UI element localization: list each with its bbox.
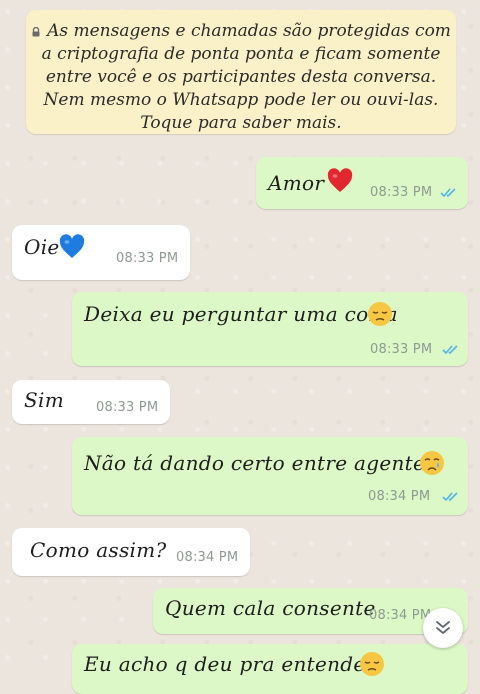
message-text: Deixa eu perguntar uma coisa	[84, 302, 398, 326]
message-time: 08:33 PM	[370, 185, 433, 200]
message-time: 08:34 PM	[368, 489, 431, 504]
message-bubble-incoming[interactable]: Oie 08:33 PM	[12, 225, 190, 280]
message-bubble-incoming[interactable]: Sim 08:33 PM	[12, 380, 170, 424]
encryption-notice-line: a criptografia de ponta ponta e ficam so…	[41, 44, 441, 64]
message-bubble-incoming[interactable]: Como assim? 08:34 PM	[12, 528, 250, 576]
message-text: Não tá dando certo entre agente?	[84, 451, 437, 475]
message-time: 08:34 PM	[369, 608, 432, 623]
message-text: Amor	[268, 171, 325, 195]
encryption-notice-line: Toque para saber mais.	[140, 113, 342, 133]
encryption-notice-line: As mensagens e chamadas são protegidas c…	[26, 20, 456, 43]
read-ticks-icon	[442, 345, 458, 355]
blue-heart-emoji	[59, 234, 85, 258]
crying-face-emoji	[420, 451, 444, 475]
message-text: Sim	[24, 388, 64, 412]
message-bubble-outgoing[interactable]: Não tá dando certo entre agente? 08:34 P…	[72, 437, 468, 515]
red-heart-emoji	[327, 168, 353, 192]
message-time: 08:34 PM	[176, 550, 239, 565]
message-time: 08:33 PM	[116, 251, 179, 266]
message-text: Quem cala consente	[165, 596, 376, 620]
encryption-notice-line: entre você e os participantes desta conv…	[45, 67, 437, 87]
pensive-face-emoji	[368, 302, 392, 326]
message-bubble-outgoing[interactable]: Amor 08:33 PM	[256, 157, 468, 209]
message-text: Oie	[24, 235, 60, 259]
pensive-face-emoji	[360, 652, 384, 676]
double-chevron-down-icon	[436, 621, 450, 634]
read-ticks-icon	[442, 492, 458, 502]
message-time: 08:33 PM	[370, 342, 433, 357]
message-text: Eu acho q deu pra entender	[84, 652, 376, 676]
message-text: Como assim?	[30, 538, 167, 562]
message-bubble-outgoing[interactable]: Quem cala consente 08:34 PM	[153, 588, 468, 634]
message-bubble-outgoing[interactable]: Deixa eu perguntar uma coisa 08:33 PM	[72, 292, 468, 366]
message-time: 08:33 PM	[96, 400, 159, 415]
read-ticks-icon	[440, 188, 456, 198]
lock-icon	[32, 27, 40, 37]
encryption-notice[interactable]: As mensagens e chamadas são protegidas c…	[26, 10, 456, 134]
message-bubble-outgoing[interactable]: Eu acho q deu pra entender	[72, 644, 468, 694]
scroll-to-bottom-button[interactable]	[423, 608, 463, 648]
encryption-notice-line: Nem mesmo o Whatsapp pode ler ou ouvi-la…	[43, 90, 439, 110]
